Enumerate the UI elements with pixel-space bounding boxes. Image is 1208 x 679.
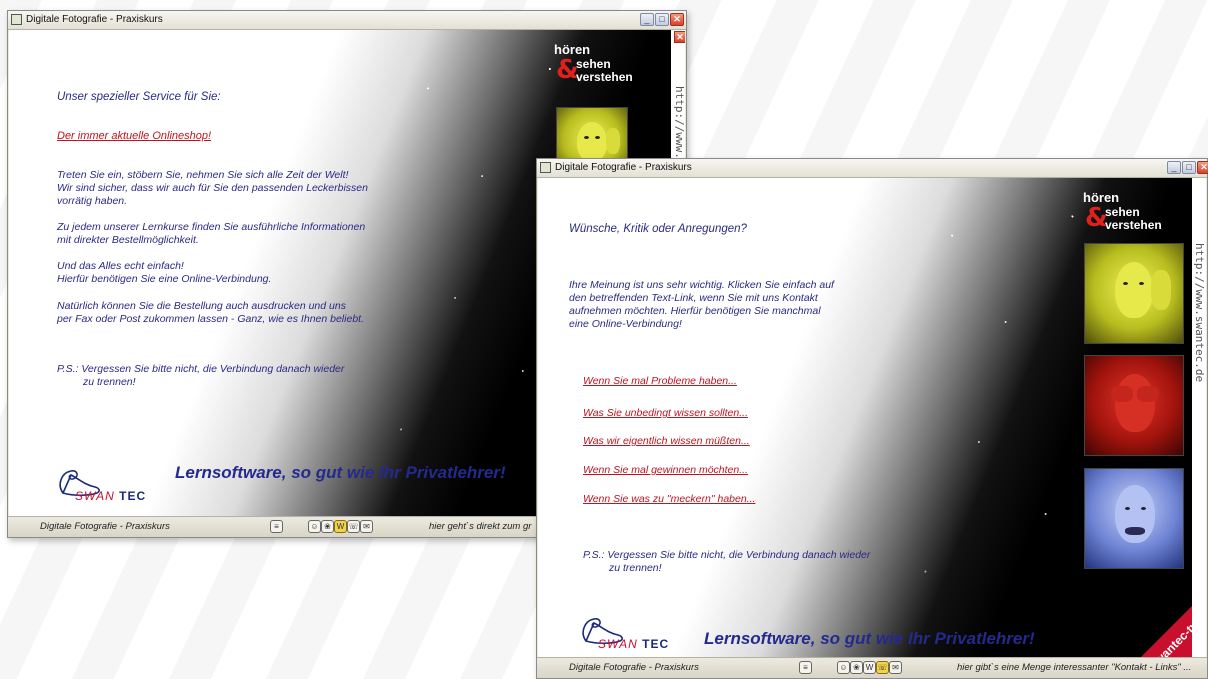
para1-line2: Wir sind sicher, dass wir auch für Sie d…: [57, 182, 368, 194]
nav-button-2[interactable]: ❀: [321, 520, 334, 533]
presenter-photo-yellow: [1084, 243, 1184, 344]
status-hint: hier gibt`s eine Menge interessanter "Ko…: [957, 662, 1192, 673]
app-icon: [540, 162, 551, 173]
website-url[interactable]: http://www.swantec.de: [1193, 243, 1206, 382]
section-heading: Unser spezieller Service für Sie:: [57, 91, 221, 103]
brand-word-verstehen: verstehen: [1105, 218, 1162, 232]
intro-line4: eine Online-Verbindung!: [569, 318, 682, 330]
status-title: Digitale Fotografie - Praxiskurs: [40, 521, 170, 532]
ps-line2: zu trennen!: [83, 376, 136, 388]
onlineshop-link[interactable]: Der immer aktuelle Onlineshop!: [57, 130, 211, 143]
status-title: Digitale Fotografie - Praxiskurs: [569, 662, 699, 673]
para4-line2: per Fax oder Post zukommen lassen - Ganz…: [57, 313, 364, 325]
window-title: Digitale Fotografie - Praxiskurs: [555, 162, 692, 173]
link-meckern[interactable]: Wenn Sie was zu "meckern" haben...: [583, 493, 755, 506]
brand-word-verstehen: verstehen: [576, 70, 633, 84]
intro-line1: Ihre Meinung ist uns sehr wichtig. Klick…: [569, 279, 834, 291]
nav-button-2[interactable]: ❀: [850, 661, 863, 674]
logo-text: SWAN TEC: [75, 489, 147, 503]
para3-line2: Hierfür benötigen Sie eine Online-Verbin…: [57, 273, 272, 285]
brand-logo: hören & sehen verstehen: [1083, 190, 1183, 246]
minimize-button[interactable]: _: [1167, 161, 1181, 174]
window-title: Digitale Fotografie - Praxiskurs: [26, 14, 163, 25]
website-url[interactable]: http://www.s: [673, 86, 685, 165]
titlebar[interactable]: Digitale Fotografie - Praxiskurs _ □ ✕: [8, 11, 686, 30]
nav-button-4[interactable]: ☏: [347, 520, 360, 533]
nav-button-3[interactable]: W: [334, 520, 347, 533]
para1-line3: vorrätig haben.: [57, 195, 128, 207]
swantec-logo: SWAN TEC: [578, 613, 668, 658]
nav-button-4[interactable]: ☏: [876, 661, 889, 674]
content-area: Wünsche, Kritik oder Anregungen? Ihre Me…: [538, 178, 1206, 658]
titlebar[interactable]: Digitale Fotografie - Praxiskurs _ □ ✕: [537, 159, 1208, 178]
intro-line3: aufnehmen möchten. Hierfür benötigen Sie…: [569, 305, 821, 317]
maximize-button[interactable]: □: [1182, 161, 1196, 174]
para1-line1: Treten Sie ein, stöbern Sie, nehmen Sie …: [57, 169, 349, 181]
intro-line2: den betreffenden Text-Link, wenn Sie mit…: [569, 292, 818, 304]
ps-line1: P.S.: Vergessen Sie bitte nicht, die Ver…: [57, 363, 345, 375]
nav-button-5[interactable]: ✉: [360, 520, 373, 533]
close-content-button[interactable]: ✕: [674, 31, 685, 43]
section-heading: Wünsche, Kritik oder Anregungen?: [569, 223, 747, 235]
close-button[interactable]: ✕: [670, 13, 684, 26]
maximize-button[interactable]: □: [655, 13, 669, 26]
ps-line1: P.S.: Vergessen Sie bitte nicht, die Ver…: [583, 549, 871, 561]
menu-button[interactable]: ≡: [270, 520, 283, 533]
nav-button-1[interactable]: ☺: [308, 520, 321, 533]
url-sidebar: http://www.swantec.de: [1192, 178, 1206, 658]
menu-button[interactable]: ≡: [799, 661, 812, 674]
brand-word-sehen: sehen: [576, 57, 611, 71]
para2-line2: mit direkter Bestellmöglichkeit.: [57, 234, 199, 246]
para2-line1: Zu jedem unserer Lernkurse finden Sie au…: [57, 221, 366, 233]
presenter-photo-red: [1084, 355, 1184, 456]
close-button[interactable]: ✕: [1197, 161, 1208, 174]
window-front[interactable]: Digitale Fotografie - Praxiskurs _ □ ✕ W…: [536, 158, 1208, 679]
brand-logo: hören & sehen verstehen: [554, 42, 654, 98]
slogan: Lernsoftware, so gut wie Ihr Privatlehre…: [704, 629, 1035, 648]
swantec-logo: SWAN TEC: [55, 465, 145, 511]
link-probleme[interactable]: Wenn Sie mal Probleme haben...: [583, 375, 737, 388]
link-wissen-sollten[interactable]: Was Sie unbedingt wissen sollten...: [583, 407, 748, 420]
link-wissen-muessten[interactable]: Was wir eigentlich wissen müßten...: [583, 435, 750, 448]
statusbar: Digitale Fotografie - Praxiskurs ≡ ☺ ❀ W…: [537, 657, 1207, 678]
nav-button-3[interactable]: W: [863, 661, 876, 674]
para3-line1: Und das Alles echt einfach!: [57, 260, 184, 272]
link-gewinnen[interactable]: Wenn Sie mal gewinnen möchten...: [583, 464, 748, 477]
nav-button-5[interactable]: ✉: [889, 661, 902, 674]
ps-line2: zu trennen!: [609, 562, 662, 574]
slogan: Lernsoftware, so gut wie Ihr Privatlehre…: [175, 463, 506, 482]
logo-text: SWAN TEC: [598, 637, 670, 651]
brand-word-sehen: sehen: [1105, 205, 1140, 219]
presenter-photo-blue: [1084, 468, 1184, 569]
para4-line1: Natürlich können Sie die Bestellung auch…: [57, 300, 346, 312]
nav-button-1[interactable]: ☺: [837, 661, 850, 674]
minimize-button[interactable]: _: [640, 13, 654, 26]
app-icon: [11, 14, 22, 25]
